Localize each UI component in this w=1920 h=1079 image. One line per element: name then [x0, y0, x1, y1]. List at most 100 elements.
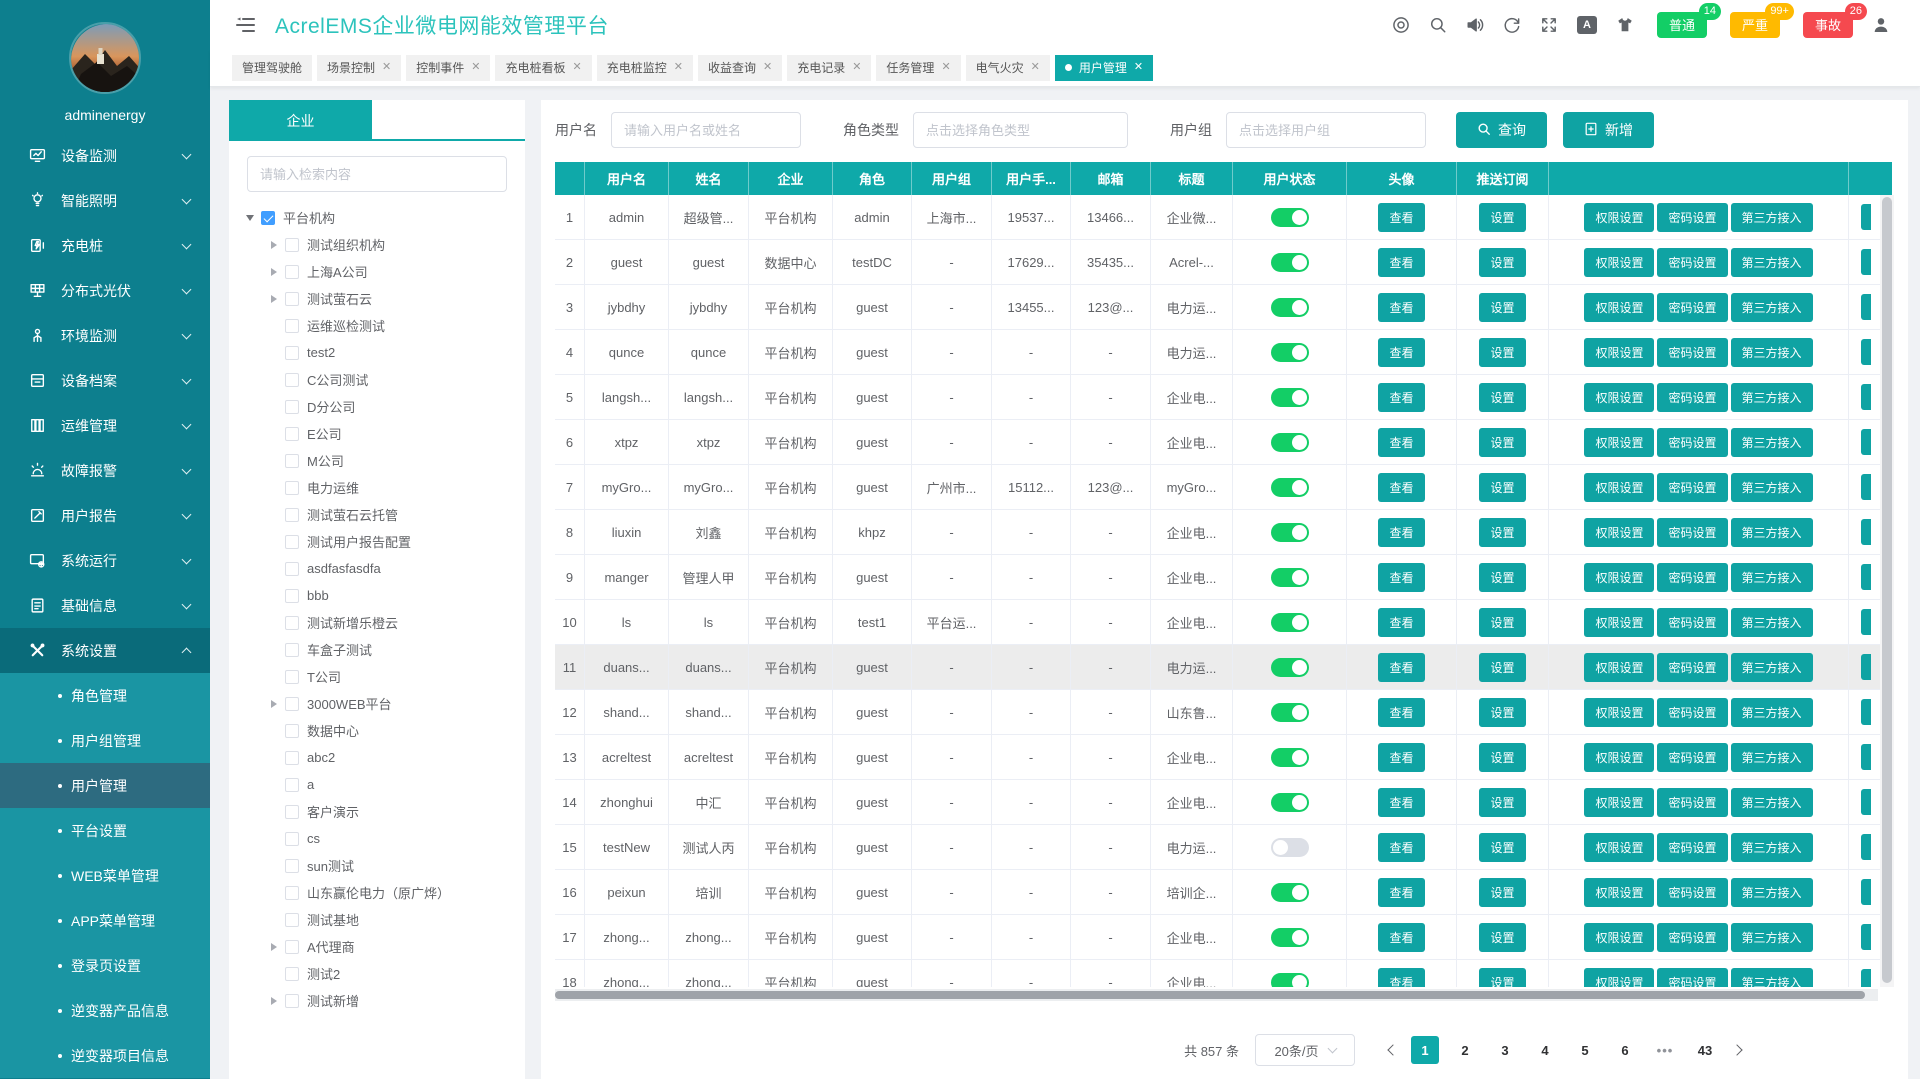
page-button-5[interactable]: 5: [1571, 1036, 1599, 1064]
clipped-action-button[interactable]: [1861, 789, 1871, 815]
sidebar-subitem[interactable]: 平台设置: [0, 808, 210, 853]
view-avatar-button[interactable]: 查看: [1378, 203, 1424, 232]
view-avatar-button[interactable]: 查看: [1378, 968, 1424, 988]
password-set-button[interactable]: 密码设置: [1657, 698, 1727, 727]
sidebar-collapse-icon[interactable]: [236, 17, 255, 33]
table-vertical-scrollbar[interactable]: [1880, 195, 1894, 987]
tree-checkbox[interactable]: [285, 805, 299, 819]
tree-checkbox[interactable]: [285, 589, 299, 603]
subscribe-set-button[interactable]: 设置: [1479, 293, 1525, 322]
tree-checkbox[interactable]: [285, 238, 299, 252]
subscribe-set-button[interactable]: 设置: [1479, 878, 1525, 907]
tab-充电桩监控[interactable]: 充电桩监控✕: [597, 55, 693, 81]
tree-node[interactable]: 运维巡检测试: [267, 312, 525, 339]
subscribe-set-button[interactable]: 设置: [1479, 923, 1525, 952]
tree-checkbox[interactable]: [285, 400, 299, 414]
third-party-button[interactable]: 第三方接入: [1731, 698, 1813, 727]
user-status-toggle[interactable]: [1271, 478, 1309, 497]
password-set-button[interactable]: 密码设置: [1657, 608, 1727, 637]
tree-checkbox[interactable]: [285, 913, 299, 927]
sidebar-item-ops[interactable]: 运维管理: [0, 403, 210, 448]
sidebar-item-charger[interactable]: 充电桩: [0, 223, 210, 268]
view-avatar-button[interactable]: 查看: [1378, 833, 1424, 862]
clipped-action-button[interactable]: [1861, 924, 1871, 950]
user-status-toggle[interactable]: [1271, 748, 1309, 767]
permission-set-button[interactable]: 权限设置: [1584, 743, 1654, 772]
expand-right-icon[interactable]: [267, 943, 281, 951]
tree-node[interactable]: E公司: [267, 420, 525, 447]
user-status-toggle[interactable]: [1271, 433, 1309, 452]
permission-set-button[interactable]: 权限设置: [1584, 608, 1654, 637]
permission-set-button[interactable]: 权限设置: [1584, 788, 1654, 817]
more-pages[interactable]: •••: [1651, 1036, 1679, 1064]
tree-checkbox[interactable]: [285, 481, 299, 495]
view-avatar-button[interactable]: 查看: [1378, 788, 1424, 817]
tree-node[interactable]: 测试2: [267, 960, 525, 987]
view-avatar-button[interactable]: 查看: [1378, 338, 1424, 367]
third-party-button[interactable]: 第三方接入: [1731, 563, 1813, 592]
tree-node[interactable]: bbb: [267, 582, 525, 609]
tree-checkbox[interactable]: [285, 778, 299, 792]
permission-set-button[interactable]: 权限设置: [1584, 248, 1654, 277]
clipped-action-button[interactable]: [1861, 699, 1871, 725]
third-party-button[interactable]: 第三方接入: [1731, 383, 1813, 412]
tab-场景控制[interactable]: 场景控制✕: [317, 55, 401, 81]
user-status-toggle[interactable]: [1271, 883, 1309, 902]
group-filter-input[interactable]: [1226, 112, 1426, 148]
refresh-icon[interactable]: [1503, 16, 1521, 34]
clipped-action-button[interactable]: [1861, 969, 1871, 987]
password-set-button[interactable]: 密码设置: [1657, 383, 1727, 412]
tab-任务管理[interactable]: 任务管理✕: [876, 55, 960, 81]
expand-right-icon[interactable]: [267, 268, 281, 276]
table-horizontal-scrollbar[interactable]: [555, 989, 1878, 1001]
subscribe-set-button[interactable]: 设置: [1479, 698, 1525, 727]
third-party-button[interactable]: 第三方接入: [1731, 653, 1813, 682]
close-icon[interactable]: ✕: [573, 62, 582, 73]
tree-node[interactable]: T公司: [267, 663, 525, 690]
tree-checkbox[interactable]: [285, 562, 299, 576]
tree-node[interactable]: 客户演示: [267, 798, 525, 825]
permission-set-button[interactable]: 权限设置: [1584, 833, 1654, 862]
user-status-toggle[interactable]: [1271, 658, 1309, 677]
password-set-button[interactable]: 密码设置: [1657, 338, 1727, 367]
third-party-button[interactable]: 第三方接入: [1731, 878, 1813, 907]
tree-checkbox[interactable]: [261, 211, 275, 225]
third-party-button[interactable]: 第三方接入: [1731, 923, 1813, 952]
user-status-toggle[interactable]: [1271, 523, 1309, 542]
subscribe-set-button[interactable]: 设置: [1479, 428, 1525, 457]
close-icon[interactable]: ✕: [471, 62, 480, 73]
tree-node[interactable]: C公司测试: [267, 366, 525, 393]
view-avatar-button[interactable]: 查看: [1378, 653, 1424, 682]
speaker-icon[interactable]: [1466, 16, 1484, 34]
page-size-select[interactable]: 20条/页: [1255, 1034, 1355, 1066]
tree-checkbox[interactable]: [285, 346, 299, 360]
query-button[interactable]: 查询: [1456, 112, 1547, 148]
subscribe-set-button[interactable]: 设置: [1479, 383, 1525, 412]
next-page-button[interactable]: [1725, 1036, 1753, 1064]
third-party-button[interactable]: 第三方接入: [1731, 518, 1813, 547]
clipped-action-button[interactable]: [1861, 249, 1871, 275]
tree-checkbox[interactable]: [285, 751, 299, 765]
expand-down-icon[interactable]: [243, 215, 257, 221]
sidebar-subitem[interactable]: 用户管理: [0, 763, 210, 808]
target-icon[interactable]: [1392, 16, 1410, 34]
tree-node[interactable]: D分公司: [267, 393, 525, 420]
sidebar-item-info[interactable]: 基础信息: [0, 583, 210, 628]
permission-set-button[interactable]: 权限设置: [1584, 473, 1654, 502]
tree-node[interactable]: 平台机构: [243, 204, 525, 231]
view-avatar-button[interactable]: 查看: [1378, 698, 1424, 727]
permission-set-button[interactable]: 权限设置: [1584, 968, 1654, 988]
password-set-button[interactable]: 密码设置: [1657, 743, 1727, 772]
password-set-button[interactable]: 密码设置: [1657, 563, 1727, 592]
close-icon[interactable]: ✕: [941, 62, 950, 73]
sidebar-subitem[interactable]: 逆变器项目信息: [0, 1033, 210, 1078]
view-avatar-button[interactable]: 查看: [1378, 743, 1424, 772]
tree-node[interactable]: A代理商: [267, 933, 525, 960]
permission-set-button[interactable]: 权限设置: [1584, 653, 1654, 682]
expand-right-icon[interactable]: [267, 295, 281, 303]
tree-checkbox[interactable]: [285, 616, 299, 630]
clipped-action-button[interactable]: [1861, 834, 1871, 860]
subscribe-set-button[interactable]: 设置: [1479, 473, 1525, 502]
third-party-button[interactable]: 第三方接入: [1731, 833, 1813, 862]
password-set-button[interactable]: 密码设置: [1657, 248, 1727, 277]
